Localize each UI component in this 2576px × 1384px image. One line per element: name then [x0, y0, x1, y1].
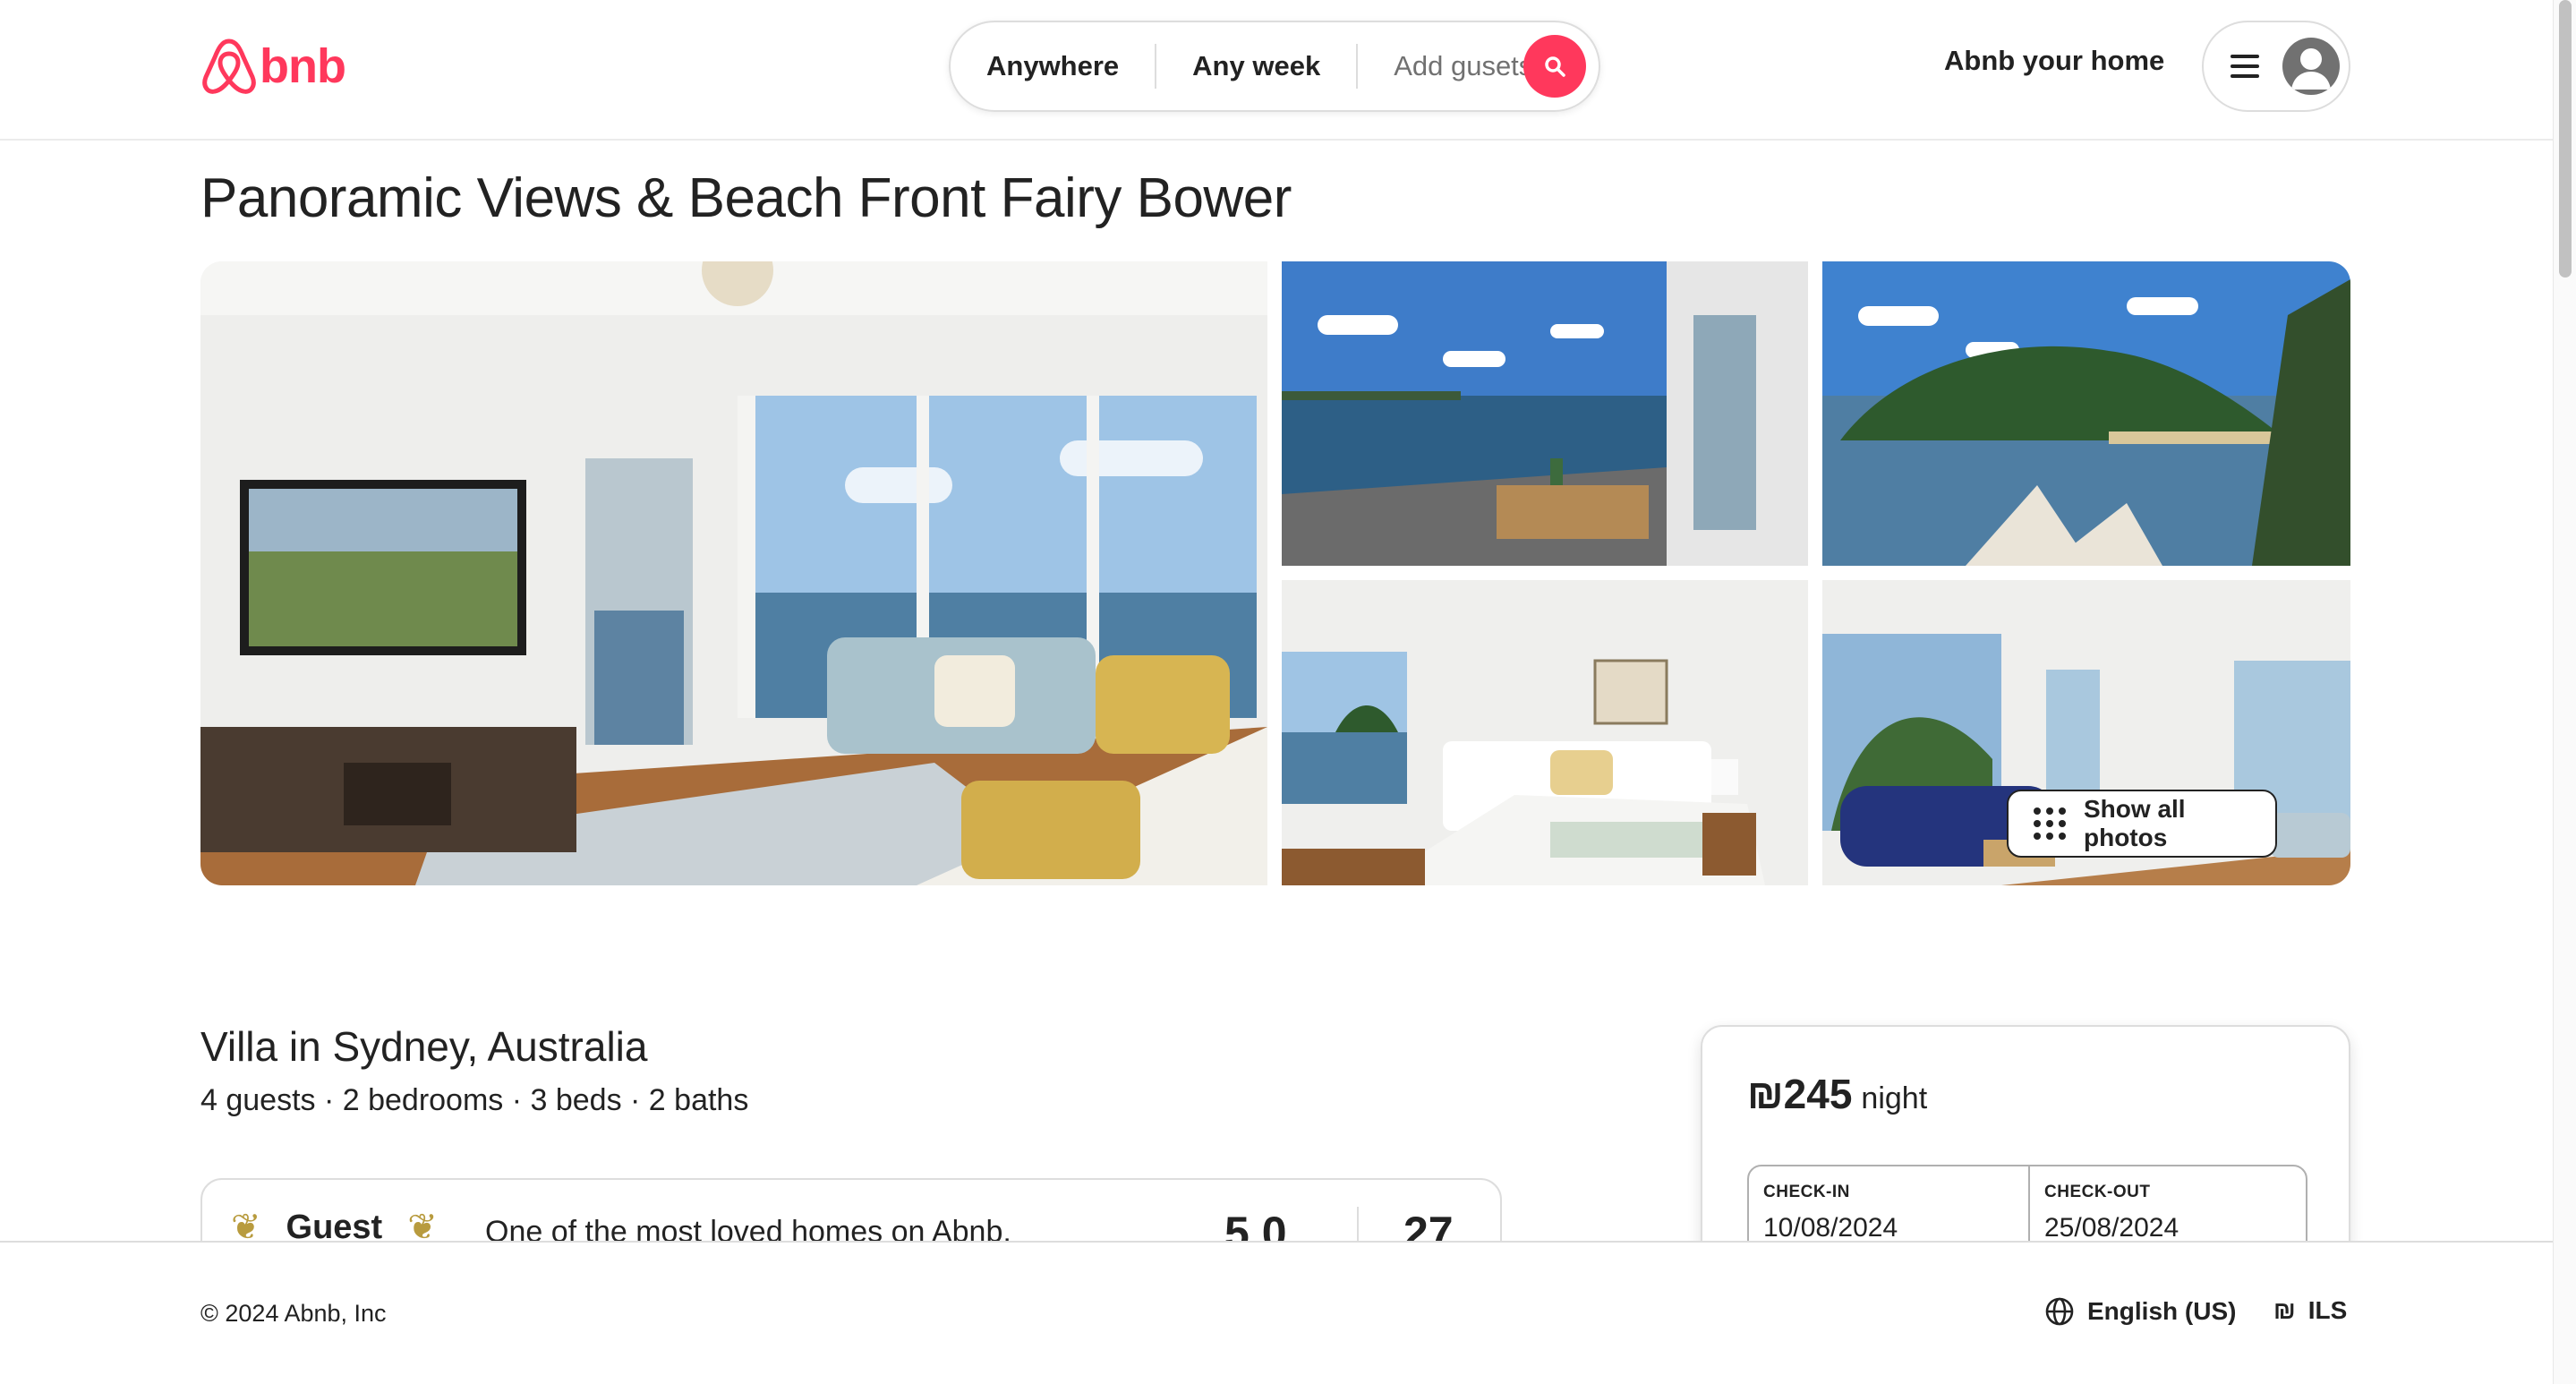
listing-type-location: Villa in Sydney, Australia	[200, 1023, 648, 1070]
photo-2[interactable]	[1282, 261, 1808, 566]
menu-icon	[2231, 55, 2259, 78]
search-where[interactable]: Anywhere	[951, 44, 1155, 89]
listing-details: 4 guests · 2 bedrooms · 3 beds · 2 baths	[200, 1083, 749, 1117]
photo-4[interactable]	[1282, 580, 1808, 885]
grid-dots-icon	[2034, 807, 2066, 840]
search-bar[interactable]: Anywhere Any week Add gusets	[949, 21, 1600, 112]
price: ₪245 night	[1747, 1070, 1927, 1118]
currency-selector[interactable]: ₪ ILS	[2273, 1296, 2347, 1325]
avatar	[2282, 38, 2340, 95]
show-all-photos-label: Show all photos	[2084, 795, 2186, 851]
language-selector[interactable]: English (US)	[2044, 1296, 2236, 1327]
show-all-photos-button[interactable]: Show all photos	[2007, 790, 2277, 858]
bedroom-photo	[1282, 580, 1808, 885]
balcony-photo	[1282, 261, 1808, 566]
brand-logo[interactable]: bnb	[200, 34, 346, 98]
user-icon	[2291, 48, 2331, 90]
footer: © 2024 Abnb, Inc English (US) ₪ ILS	[0, 1241, 2553, 1384]
check-out-value: 25/08/2024	[2044, 1213, 2179, 1243]
currency-icon: ₪	[2273, 1296, 2296, 1324]
search-when[interactable]: Any week	[1156, 44, 1356, 89]
search-button[interactable]	[1523, 35, 1586, 98]
airbnb-logo-icon	[202, 38, 256, 94]
logo-text: bnb	[260, 39, 346, 93]
page-title: Panoramic Views & Beach Front Fairy Bowe…	[200, 167, 1292, 229]
living-room-photo	[200, 261, 1267, 885]
photo-main[interactable]	[200, 261, 1267, 885]
beach-photo	[1822, 261, 2350, 566]
globe-icon	[2045, 1297, 2074, 1326]
check-in-value: 10/08/2024	[1763, 1213, 1898, 1243]
top-nav: bnb Anywhere Any week Add gusets Abnb yo…	[0, 0, 2553, 141]
search-icon	[1545, 56, 1565, 77]
host-your-home-link[interactable]: Abnb your home	[1944, 45, 2164, 77]
user-menu-button[interactable]	[2202, 21, 2350, 112]
check-in-label: CHECK-IN	[1763, 1183, 1850, 1201]
price-unit: night	[1861, 1081, 1928, 1115]
language-label: English (US)	[2087, 1297, 2237, 1325]
scrollbar-thumb[interactable]	[2559, 0, 2572, 278]
price-amount: ₪245	[1747, 1071, 1853, 1117]
check-out-label: CHECK-OUT	[2044, 1183, 2151, 1201]
currency-label: ILS	[2307, 1296, 2348, 1324]
page-scrollbar[interactable]	[2553, 0, 2576, 1384]
copyright: © 2024 Abnb, Inc	[200, 1300, 387, 1327]
photo-3[interactable]	[1822, 261, 2350, 566]
